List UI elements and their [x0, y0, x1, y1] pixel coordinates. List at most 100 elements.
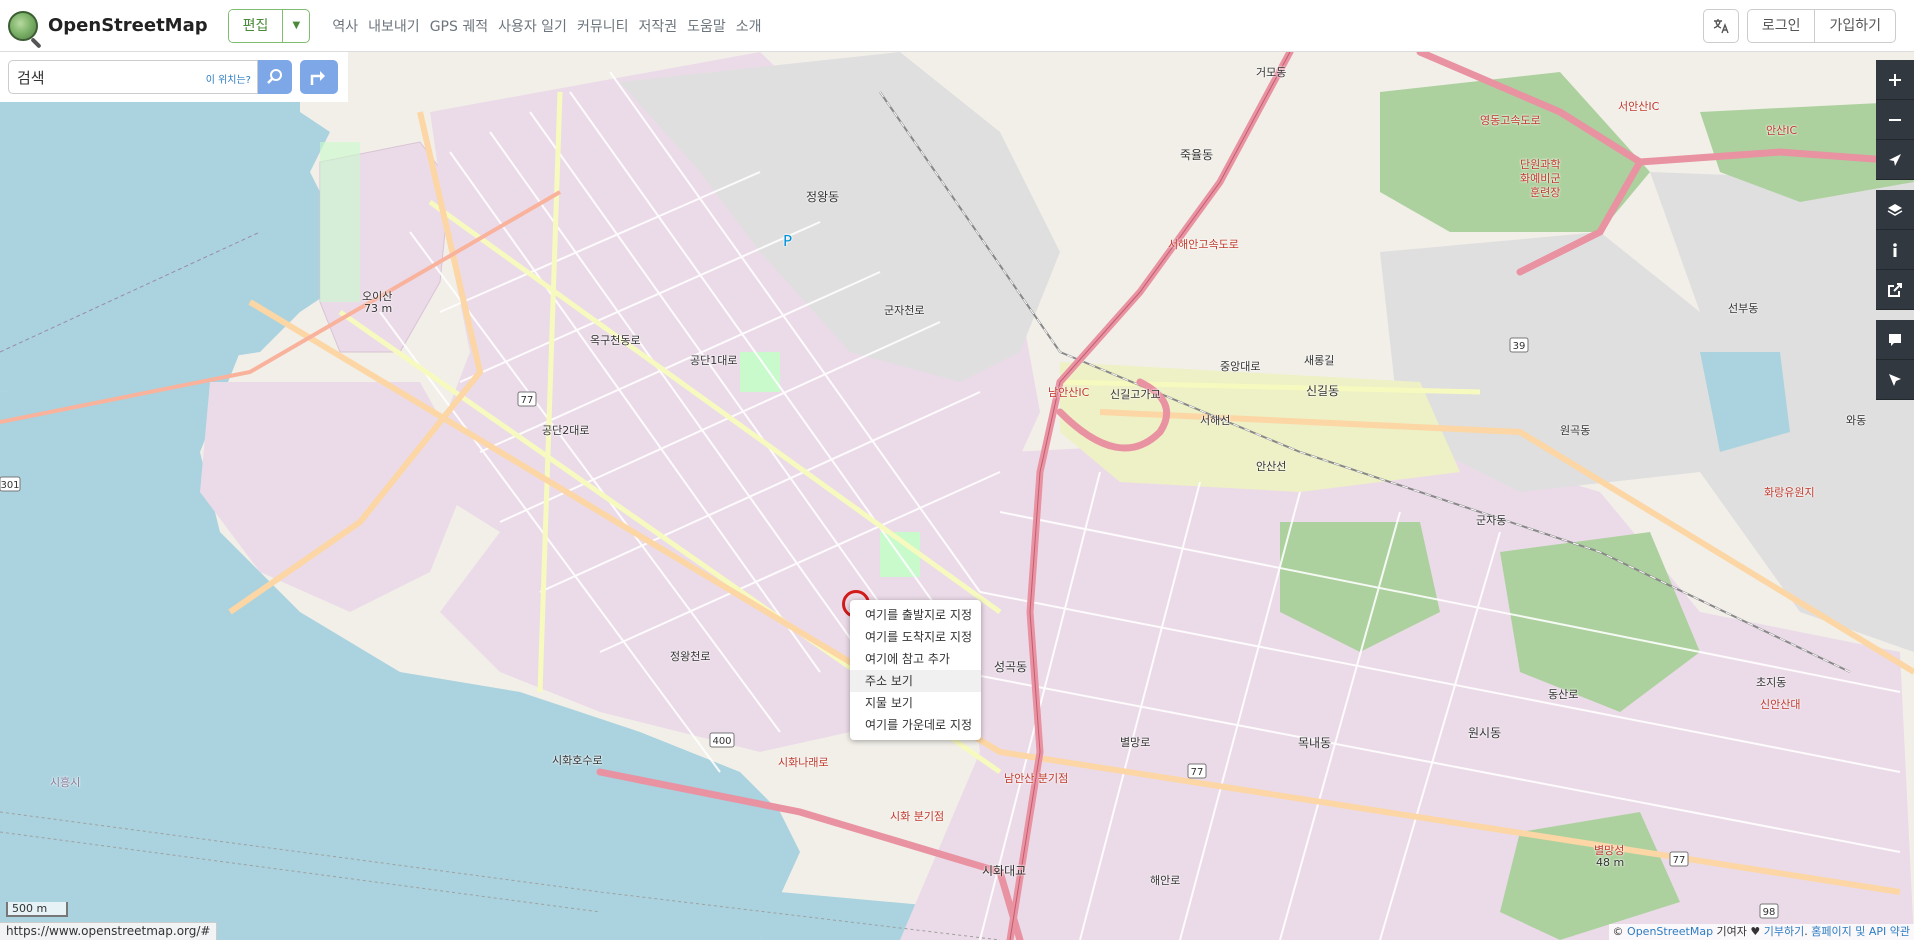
context-menu: 여기를 출발지로 지정 여기를 도착지로 지정 여기에 참고 추가 주소 보기 …	[850, 600, 981, 740]
road-label-namansan-ic: 남안산IC	[1048, 386, 1090, 399]
site-logo[interactable]: OpenStreetMap	[8, 10, 208, 41]
place-label-singil: 신길동	[1306, 384, 1340, 398]
place-label-sihwa-bridge: 시화대교	[982, 864, 1027, 878]
svg-text:77: 77	[1191, 767, 1204, 778]
place-label-wongok: 원곡동	[1560, 424, 1591, 437]
logo-icon	[8, 10, 38, 41]
zoom-out-icon	[1889, 118, 1901, 121]
map-tiles: 77 77 77 39 400 301 98	[0, 52, 1914, 940]
zoom-in-icon	[1889, 73, 1901, 86]
place-label-geomo: 거모동	[1256, 66, 1287, 79]
scale-bar: 500 m	[6, 902, 68, 917]
login-button[interactable]: 로그인	[1748, 9, 1816, 42]
map-controls	[1876, 60, 1914, 400]
search-button[interactable]	[258, 60, 292, 94]
road-label-seoansan-ic: 서안산IC	[1618, 100, 1660, 113]
boundary-label-siheung: 시흥시	[50, 776, 81, 789]
place-label-oisan-elev: 73 m	[364, 302, 393, 315]
svg-text:77: 77	[521, 395, 534, 406]
main-nav: 역사 내보내기 GPS 궤적 사용자 일기 커뮤니티 저작권 도움말 소개	[332, 16, 761, 36]
status-bar-url: https://www.openstreetmap.org/#	[0, 922, 218, 940]
road-label-dongsan: 동산로	[1548, 688, 1579, 701]
where-is-this-link[interactable]: 이 위치는?	[206, 71, 251, 86]
layers-button[interactable]	[1876, 190, 1914, 230]
nav-help[interactable]: 도움말	[687, 16, 726, 36]
donate-link[interactable]: 기부하기	[1764, 925, 1804, 938]
edit-dropdown-toggle[interactable]: ▼	[283, 10, 309, 42]
layers-icon	[1887, 203, 1903, 216]
road-label-haean: 해안로	[1150, 874, 1181, 887]
zoom-in-button[interactable]	[1876, 60, 1914, 100]
osm-link[interactable]: OpenStreetMap	[1627, 925, 1713, 938]
poi-label-sinansan-univ: 신안산대	[1760, 698, 1801, 711]
signup-button[interactable]: 가입하기	[1815, 10, 1895, 42]
nav-about[interactable]: 소개	[736, 16, 762, 36]
road-label-jungang: 중앙대로	[1220, 360, 1261, 373]
locate-button[interactable]	[1876, 140, 1914, 180]
ctx-show-address[interactable]: 주소 보기	[850, 670, 981, 692]
terms-link[interactable]: 홈페이지 및 API 약관	[1811, 925, 1910, 938]
logo-text: OpenStreetMap	[48, 15, 208, 36]
place-label-saerong: 새롱길	[1304, 354, 1335, 367]
note-icon	[1889, 333, 1901, 346]
directions-button[interactable]	[300, 60, 338, 94]
svg-text:301: 301	[0, 480, 19, 491]
road-label-yeongdong-exp: 영동고속도로	[1480, 114, 1541, 127]
query-features-button[interactable]	[1876, 360, 1914, 400]
nav-history[interactable]: 역사	[332, 16, 358, 36]
road-label-sihwa-jct: 시화 분기점	[890, 810, 945, 823]
ctx-set-destination[interactable]: 여기를 도착지로 지정	[850, 626, 981, 648]
info-icon	[1893, 242, 1897, 257]
nav-export[interactable]: 내보내기	[368, 16, 420, 36]
share-button[interactable]	[1876, 270, 1914, 310]
svg-text:400: 400	[712, 736, 731, 747]
nav-communities[interactable]: 커뮤니티	[577, 16, 629, 36]
language-button[interactable]	[1702, 8, 1739, 43]
nav-user-diaries[interactable]: 사용자 일기	[498, 16, 567, 36]
edit-button-group: 편집 ▼	[227, 8, 311, 43]
map-canvas[interactable]: 77 77 77 39 400 301 98 정왕동 오이산 73 m 신길동 …	[0, 52, 1914, 940]
search-icon	[267, 69, 282, 84]
road-label-sihwanarae: 시화나래로	[778, 756, 829, 769]
share-icon	[1888, 282, 1902, 297]
road-label-jeongwangcheon: 정왕천로	[670, 650, 711, 663]
road-label-singil-overpass: 신길고가교	[1110, 388, 1161, 401]
top-header: OpenStreetMap 편집 ▼ 역사 내보내기 GPS 궤적 사용자 일기…	[0, 0, 1914, 52]
nav-gps-traces[interactable]: GPS 궤적	[430, 16, 488, 36]
edit-button[interactable]: 편집	[228, 9, 284, 42]
ctx-query-features[interactable]: 지물 보기	[850, 692, 981, 714]
chevron-down-icon: ▼	[292, 20, 301, 31]
add-note-button[interactable]	[1876, 320, 1914, 360]
road-label-gunjacheon: 군자천로	[884, 304, 925, 317]
auth-group: 로그인 가입하기	[1746, 8, 1896, 43]
locate-icon	[1889, 153, 1901, 166]
poi-label-byeolmangseong-elev: 48 m	[1596, 856, 1625, 869]
road-label-seohaean-exp: 서해안고속도로	[1168, 238, 1239, 251]
search-field-wrapper: 이 위치는?	[8, 60, 258, 94]
place-label-gunja: 군자동	[1476, 514, 1507, 527]
map-key-button[interactable]	[1876, 230, 1914, 270]
svg-text:77: 77	[1673, 855, 1686, 866]
nav-copyright[interactable]: 저작권	[638, 16, 677, 36]
road-label-sihwahosu: 시화호수로	[552, 754, 603, 767]
ctx-centre-map[interactable]: 여기를 가운데로 지정	[850, 714, 981, 736]
ctx-add-note[interactable]: 여기에 참고 추가	[850, 648, 981, 670]
place-label-seonbu: 선부동	[1728, 302, 1759, 315]
road-label-namansan-jct: 남안산 분기점	[1004, 772, 1069, 785]
road-label-gongdan1: 공단1대로	[690, 354, 738, 367]
poi-label-hwarang-park: 화랑유원지	[1764, 486, 1815, 499]
translate-icon	[1713, 18, 1729, 33]
search-panel: 이 위치는?	[0, 52, 348, 102]
road-label-gongdan2: 공단2대로	[542, 424, 590, 437]
rail-label-seohae: 서해선	[1200, 414, 1231, 427]
query-icon	[1889, 373, 1901, 386]
place-label-wonsi: 원시동	[1468, 726, 1502, 740]
ctx-set-start[interactable]: 여기를 출발지로 지정	[850, 604, 981, 626]
attribution-contributors: 기여자 ♥	[1713, 925, 1764, 938]
place-label-moknae: 목내동	[1298, 736, 1332, 750]
zoom-out-button[interactable]	[1876, 100, 1914, 140]
place-label-jugyul: 죽율동	[1180, 148, 1214, 162]
road-label-byeolmang: 별망로	[1120, 736, 1151, 749]
directions-icon	[310, 71, 325, 85]
place-label-seonggok: 성곡동	[994, 660, 1028, 674]
